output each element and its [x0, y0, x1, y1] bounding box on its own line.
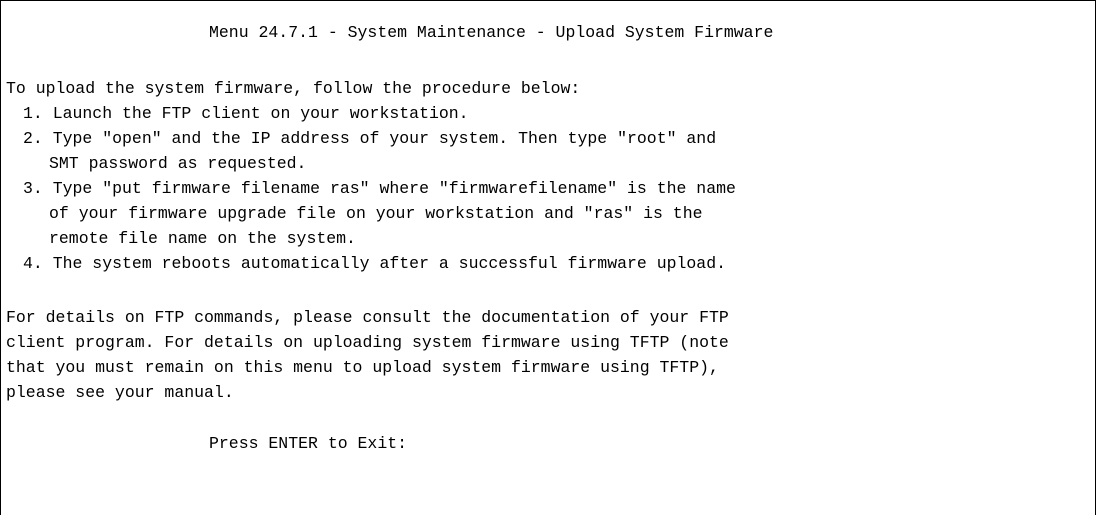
- details-line-4: please see your manual.: [6, 383, 234, 402]
- step-2-continued: SMT password as requested.: [49, 154, 307, 173]
- exit-prompt[interactable]: Press ENTER to Exit:: [209, 432, 407, 456]
- details-line-2: client program. For details on uploading…: [6, 333, 729, 352]
- terminal-screen: Menu 24.7.1 - System Maintenance - Uploa…: [0, 0, 1096, 515]
- step-3-continued-2: remote file name on the system.: [49, 229, 356, 248]
- step-3: 3. Type "put firmware filename ras" wher…: [23, 179, 736, 198]
- step-4: 4. The system reboots automatically afte…: [23, 254, 727, 273]
- intro-text: To upload the system firmware, follow th…: [6, 79, 581, 98]
- menu-title: Menu 24.7.1 - System Maintenance - Uploa…: [209, 23, 774, 42]
- step-3-continued-1: of your firmware upgrade file on your wo…: [49, 204, 703, 223]
- step-1: 1. Launch the FTP client on your worksta…: [23, 104, 469, 123]
- step-2: 2. Type "open" and the IP address of you…: [23, 129, 717, 148]
- details-line-3: that you must remain on this menu to upl…: [6, 358, 719, 377]
- details-line-1: For details on FTP commands, please cons…: [6, 308, 729, 327]
